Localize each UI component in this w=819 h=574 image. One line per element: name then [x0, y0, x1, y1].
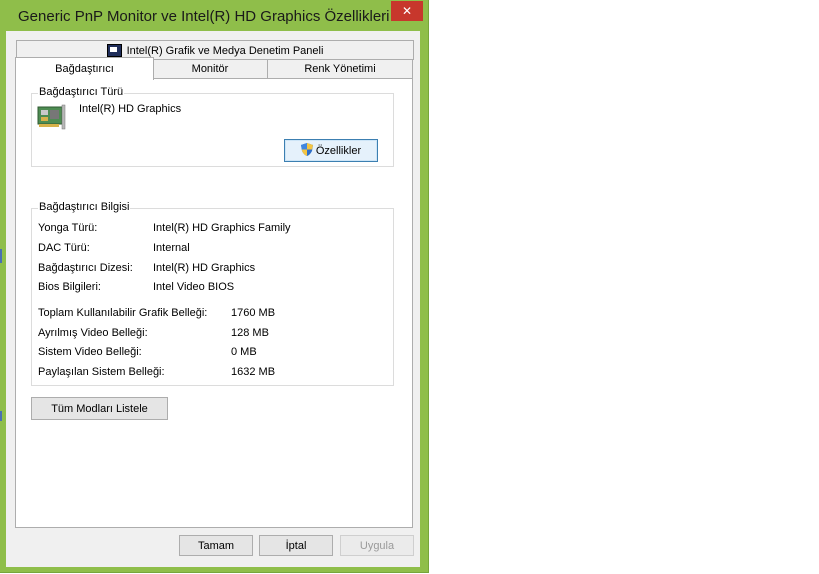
- system-video-memory-value: 0 MB: [231, 346, 257, 358]
- adapter-string-label: Bağdaştırıcı Dizesi:: [38, 262, 133, 274]
- bios-info-value: Intel Video BIOS: [153, 281, 235, 293]
- total-graphics-memory-label: Toplam Kullanılabilir Grafik Belleği:: [38, 307, 208, 319]
- system-video-memory-label: Sistem Video Belleği:: [38, 346, 142, 358]
- tab-color-management-label: Renk Yönetimi: [304, 63, 376, 75]
- properties-button[interactable]: Özellikler: [284, 139, 378, 162]
- bios-info-label: Bios Bilgileri:: [38, 281, 101, 293]
- tab-monitor-label: Monitör: [191, 63, 229, 75]
- properties-button-label: Özellikler: [315, 144, 362, 157]
- tab-monitor[interactable]: Monitör: [152, 59, 268, 78]
- dac-type-label: DAC Türü:: [38, 242, 90, 254]
- dedicated-video-memory-value: 128 MB: [231, 327, 269, 339]
- dac-type-value: Internal: [153, 242, 190, 254]
- tab-color-management[interactable]: Renk Yönetimi: [267, 59, 413, 78]
- close-button[interactable]: ✕: [391, 1, 423, 21]
- dialog-client-area: Intel(R) Grafik ve Medya Denetim Paneli …: [6, 31, 420, 567]
- window-title: Generic PnP Monitor ve Intel(R) HD Graph…: [18, 8, 390, 25]
- apply-button-label: Uygula: [359, 539, 395, 552]
- graphics-card-icon: [37, 104, 67, 130]
- ok-button-label: Tamam: [197, 539, 235, 552]
- cancel-button[interactable]: İptal: [259, 535, 333, 556]
- close-icon: ✕: [401, 4, 413, 18]
- total-graphics-memory-value: 1760 MB: [231, 307, 276, 319]
- shared-system-memory-label: Paylaşılan Sistem Belleği:: [38, 366, 165, 378]
- ok-button[interactable]: Tamam: [179, 535, 253, 556]
- chip-type-value: Intel(R) HD Graphics Family: [153, 222, 291, 234]
- shared-system-memory-value: 1632 MB: [231, 366, 276, 378]
- chip-type-label: Yonga Türü:: [38, 222, 98, 234]
- tab-intel-control-panel-label: Intel(R) Grafik ve Medya Denetim Paneli: [126, 44, 324, 57]
- adapter-string-value: Intel(R) HD Graphics: [153, 262, 256, 274]
- uac-shield-icon: [300, 142, 313, 159]
- adapter-info-group: Bağdaştırıcı Bilgisi Yonga Türü: Intel(R…: [31, 201, 394, 386]
- adapter-tab-panel: Bağdaştırıcı Türü Intel(R) HD Graphics Ö…: [15, 78, 413, 528]
- adapter-name: Intel(R) HD Graphics: [79, 103, 182, 115]
- tab-adapter[interactable]: Bağdaştırıcı: [15, 57, 154, 80]
- adapter-type-group: Bağdaştırıcı Türü Intel(R) HD Graphics Ö…: [31, 86, 394, 167]
- adapter-type-group-label: Bağdaştırıcı Türü: [38, 86, 125, 98]
- dedicated-video-memory-label: Ayrılmış Video Belleği:: [38, 327, 148, 339]
- adapter-info-group-label: Bağdaştırıcı Bilgisi: [38, 201, 131, 213]
- edge-marker: [0, 249, 2, 263]
- intel-panel-icon: [106, 44, 122, 57]
- edge-marker: [0, 411, 2, 421]
- list-all-modes-label: Tüm Modları Listele: [51, 402, 148, 415]
- cancel-button-label: İptal: [285, 539, 307, 552]
- tab-adapter-label: Bağdaştırıcı: [55, 63, 114, 75]
- apply-button[interactable]: Uygula: [340, 535, 414, 556]
- dialog-footer: Tamam İptal Uygula: [6, 531, 420, 567]
- list-all-modes-button[interactable]: Tüm Modları Listele: [31, 397, 168, 420]
- properties-window: Generic PnP Monitor ve Intel(R) HD Graph…: [0, 0, 429, 573]
